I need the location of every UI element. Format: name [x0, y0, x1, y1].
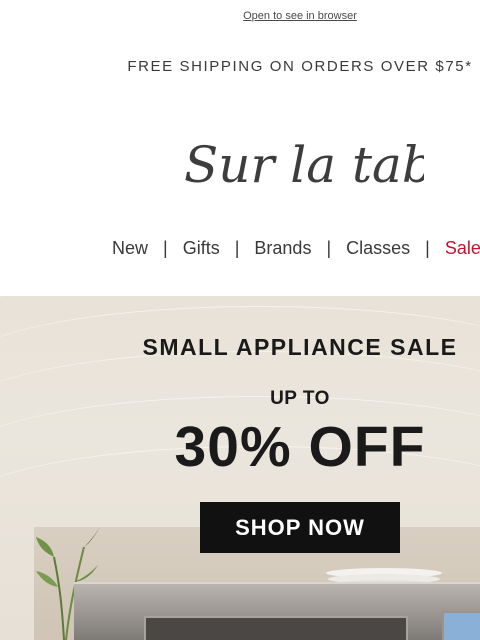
oven-display-screen — [442, 611, 480, 640]
hero-title: SMALL APPLIANCE SALE — [142, 334, 458, 360]
nav-item-gifts[interactable]: Gifts — [183, 238, 220, 259]
nav-item-brands[interactable]: Brands — [254, 238, 311, 259]
nav-separator: | — [163, 238, 168, 258]
shop-now-button[interactable]: SHOP NOW — [200, 502, 400, 553]
hero-up-to: UP TO — [270, 388, 330, 409]
nav-item-sale[interactable]: Sale — [445, 238, 480, 259]
nav-separator: | — [326, 238, 332, 258]
nav-item-classes[interactable]: Classes — [346, 238, 410, 259]
hero-banner[interactable]: SMALL APPLIANCE SALE UP TO 30% OFF SHOP … — [0, 296, 480, 640]
nav-separator: | — [425, 238, 430, 258]
sur-la-table-logo[interactable]: Sur la table — [184, 130, 424, 200]
free-shipping-banner: FREE SHIPPING ON ORDERS OVER $75* — [127, 58, 473, 75]
nav-item-new[interactable]: New — [112, 238, 148, 259]
logo-text: Sur la table — [184, 136, 424, 194]
open-in-browser-link[interactable]: Open to see in browser — [0, 10, 480, 22]
main-navigation: New | Gifts | Brands | Classes | Sale — [112, 238, 480, 259]
hero-discount: 30% OFF — [174, 415, 426, 479]
toaster-oven — [74, 582, 480, 640]
nav-separator: | — [234, 238, 240, 258]
oven-window — [144, 616, 408, 640]
